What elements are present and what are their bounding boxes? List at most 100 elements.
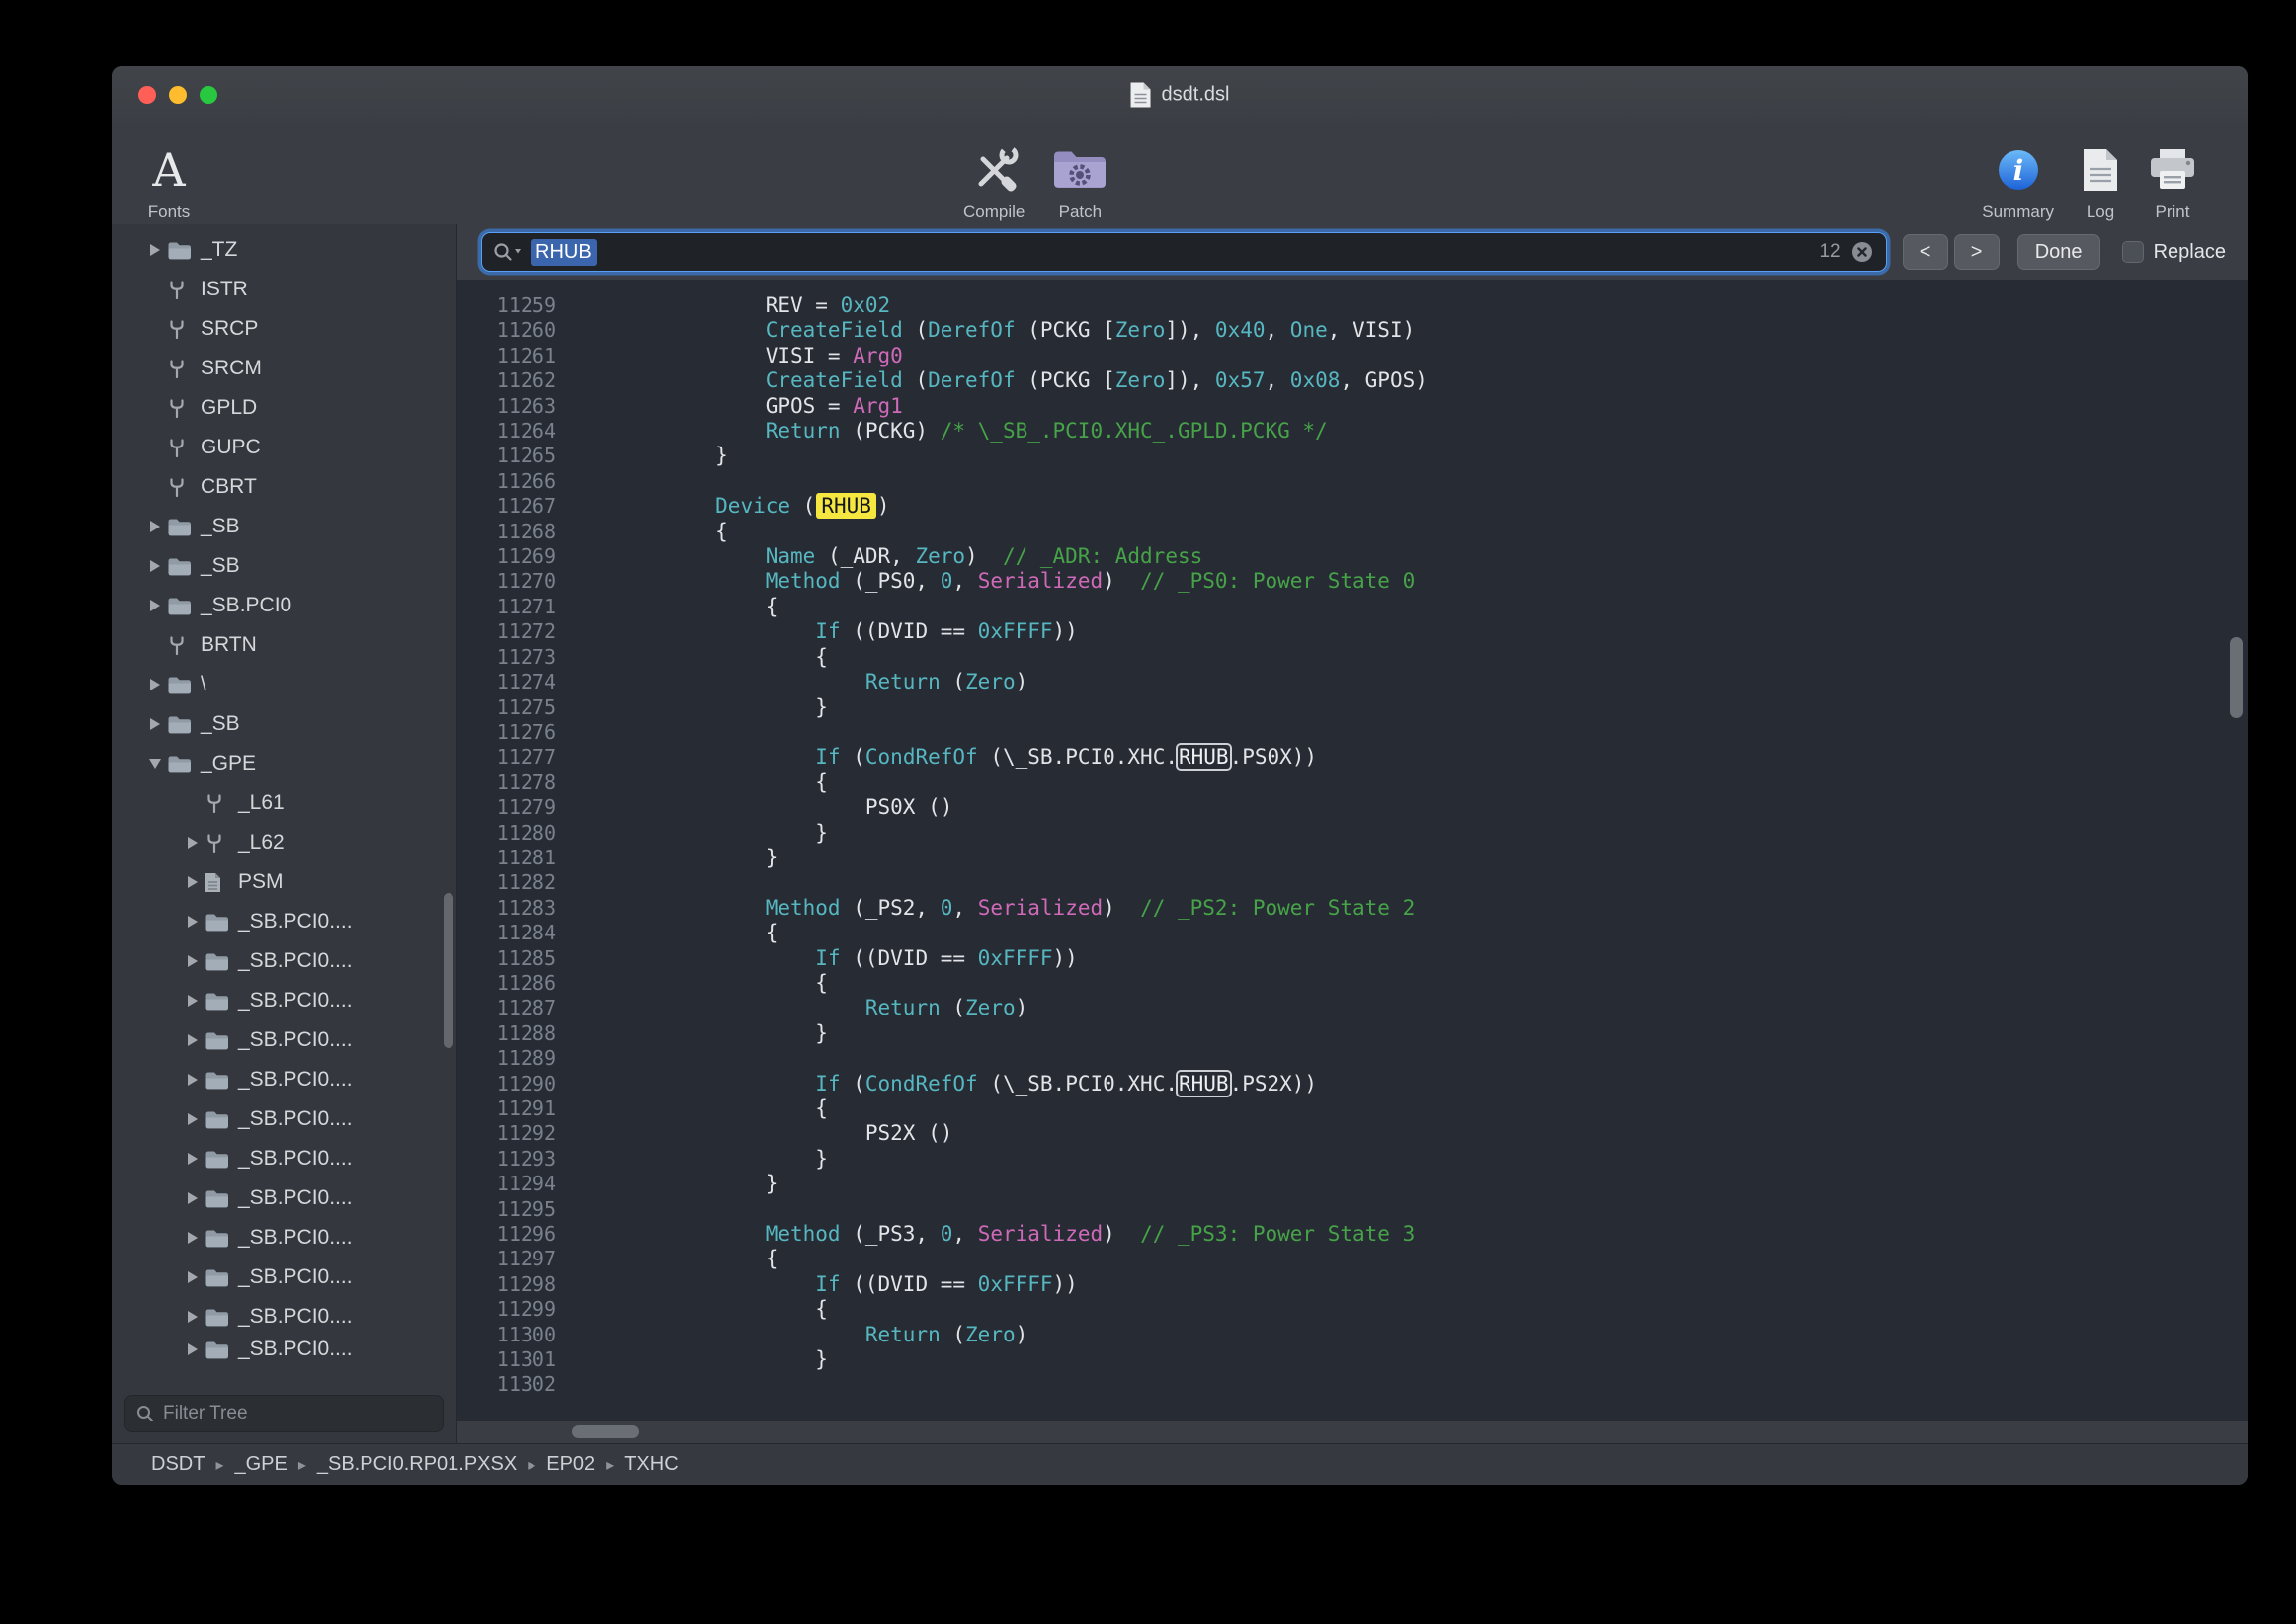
- disclosure-triangle[interactable]: [181, 1113, 205, 1125]
- tree-item-_sbpci0[interactable]: _SB.PCI0....: [112, 902, 456, 941]
- breadcrumb-item[interactable]: _GPE: [234, 1453, 287, 1476]
- code-editor[interactable]: 11259 REV = 0x0211260 CreateField (Deref…: [457, 280, 2248, 1421]
- patch-button[interactable]: Patch: [1052, 127, 1107, 222]
- code-text: {: [615, 520, 728, 544]
- print-label: Print: [2156, 203, 2190, 222]
- code-line: 11295: [457, 1197, 2248, 1222]
- breadcrumb-item[interactable]: DSDT: [151, 1453, 205, 1476]
- disclosure-triangle[interactable]: [143, 718, 167, 730]
- done-button[interactable]: Done: [2017, 234, 2100, 270]
- tree-item-_sbpci0[interactable]: _SB.PCI0....: [112, 1020, 456, 1060]
- tree-item-_sbpci0[interactable]: _SB.PCI0....: [112, 1139, 456, 1178]
- disclosure-triangle[interactable]: [181, 1074, 205, 1086]
- compile-button[interactable]: Compile: [963, 127, 1025, 222]
- line-number: 11273: [457, 645, 556, 670]
- filter-tree-field[interactable]: [124, 1395, 444, 1432]
- line-number: 11263: [457, 394, 556, 419]
- filter-tree-input[interactable]: [163, 1403, 433, 1424]
- editor-horizontal-scrollbar-thumb[interactable]: [572, 1425, 639, 1438]
- line-number: 11298: [457, 1272, 556, 1297]
- disclosure-triangle[interactable]: [143, 759, 167, 769]
- search-match-current: RHUB: [816, 493, 876, 519]
- folder-icon: [205, 1071, 238, 1090]
- disclosure-triangle[interactable]: [143, 679, 167, 690]
- tree-item-_l61[interactable]: _L61: [112, 783, 456, 823]
- disclosure-triangle[interactable]: [181, 1232, 205, 1244]
- code-text: }: [615, 1021, 828, 1046]
- disclosure-triangle[interactable]: [181, 916, 205, 928]
- tree-item-istr[interactable]: ISTR: [112, 270, 456, 309]
- disclosure-triangle[interactable]: [143, 600, 167, 611]
- print-button[interactable]: Print: [2147, 127, 2198, 222]
- search-options-icon[interactable]: [492, 241, 523, 263]
- tree-item-_sbpci0[interactable]: _SB.PCI0: [112, 586, 456, 625]
- code-line: 11299 {: [457, 1297, 2248, 1322]
- tree-item-_sbpci0[interactable]: _SB.PCI0....: [112, 981, 456, 1020]
- disclosure-triangle[interactable]: [143, 560, 167, 572]
- breadcrumb-item[interactable]: EP02: [546, 1453, 595, 1476]
- tree-item-_sb[interactable]: _SB: [112, 507, 456, 546]
- line-number: 11269: [457, 544, 556, 569]
- tree-item-_sbpci0[interactable]: _SB.PCI0....: [112, 1178, 456, 1218]
- tree-item-_sbpci0[interactable]: _SB.PCI0....: [112, 1258, 456, 1297]
- code-lines: 11259 REV = 0x0211260 CreateField (Deref…: [457, 293, 2248, 1398]
- tree-item-_gpe[interactable]: _GPE: [112, 744, 456, 783]
- disclosure-triangle[interactable]: [181, 1343, 205, 1355]
- disclosure-triangle[interactable]: [181, 1153, 205, 1165]
- replace-checkbox[interactable]: [2122, 241, 2144, 263]
- tree-item-_l62[interactable]: _L62: [112, 823, 456, 862]
- zoom-button[interactable]: [200, 86, 217, 104]
- symbol-tree[interactable]: _TZISTRSRCPSRCMGPLDGUPCCBRT_SB_SB_SB.PCI…: [112, 224, 456, 1386]
- minimize-button[interactable]: [169, 86, 187, 104]
- tree-item-srcp[interactable]: SRCP: [112, 309, 456, 349]
- disclosure-triangle[interactable]: [181, 837, 205, 849]
- line-number: 11301: [457, 1347, 556, 1372]
- patch-label: Patch: [1059, 203, 1102, 222]
- tree-item-label: _SB: [201, 515, 240, 538]
- summary-button[interactable]: i Summary: [1982, 127, 2054, 222]
- breadcrumb-item[interactable]: TXHC: [624, 1453, 678, 1476]
- tree-item-psm[interactable]: PSM: [112, 862, 456, 902]
- tree-item-gpld[interactable]: GPLD: [112, 388, 456, 428]
- tree-item-_sbpci0[interactable]: _SB.PCI0....: [112, 941, 456, 981]
- fonts-button[interactable]: A Fonts: [118, 127, 220, 222]
- tree-item-brtn[interactable]: BRTN: [112, 625, 456, 665]
- disclosure-triangle[interactable]: [181, 1311, 205, 1323]
- disclosure-triangle[interactable]: [181, 1192, 205, 1204]
- previous-match-button[interactable]: <: [1903, 234, 1948, 270]
- disclosure-triangle[interactable]: [181, 1034, 205, 1046]
- disclosure-triangle[interactable]: [143, 244, 167, 256]
- line-number: 11278: [457, 771, 556, 795]
- tree-item-gupc[interactable]: GUPC: [112, 428, 456, 467]
- clear-search-icon[interactable]: [1850, 240, 1874, 264]
- method-icon: [167, 398, 201, 419]
- close-button[interactable]: [138, 86, 156, 104]
- tree-item-_sbpci0[interactable]: _SB.PCI0....: [112, 1337, 456, 1362]
- disclosure-triangle[interactable]: [181, 995, 205, 1007]
- breadcrumb-item[interactable]: _SB.PCI0.RP01.PXSX: [317, 1453, 517, 1476]
- log-button[interactable]: Log: [2082, 127, 2119, 222]
- tree-item-cbrt[interactable]: CBRT: [112, 467, 456, 507]
- log-document-icon: [2082, 139, 2119, 201]
- tree-item-_sbpci0[interactable]: _SB.PCI0....: [112, 1218, 456, 1258]
- folder-icon: [167, 557, 201, 576]
- tree-item-root[interactable]: \: [112, 665, 456, 704]
- search-input[interactable]: RHUB 12: [481, 232, 1887, 272]
- sidebar-scrollbar-thumb[interactable]: [444, 893, 453, 1048]
- editor-vertical-scrollbar-thumb[interactable]: [2230, 637, 2243, 718]
- tree-item-_tz[interactable]: _TZ: [112, 230, 456, 270]
- code-text: {: [615, 1096, 828, 1121]
- disclosure-triangle[interactable]: [181, 955, 205, 967]
- tree-item-_sbpci0[interactable]: _SB.PCI0....: [112, 1099, 456, 1139]
- next-match-button[interactable]: >: [1954, 234, 2000, 270]
- editor-horizontal-scrollbar[interactable]: [457, 1421, 2248, 1443]
- disclosure-triangle[interactable]: [143, 521, 167, 532]
- tree-item-_sbpci0[interactable]: _SB.PCI0....: [112, 1297, 456, 1337]
- titlebar[interactable]: dsdt.dsl: [112, 66, 2248, 123]
- tree-item-_sb[interactable]: _SB: [112, 704, 456, 744]
- tree-item-srcm[interactable]: SRCM: [112, 349, 456, 388]
- tree-item-_sbpci0[interactable]: _SB.PCI0....: [112, 1060, 456, 1099]
- disclosure-triangle[interactable]: [181, 876, 205, 888]
- disclosure-triangle[interactable]: [181, 1271, 205, 1283]
- tree-item-_sb[interactable]: _SB: [112, 546, 456, 586]
